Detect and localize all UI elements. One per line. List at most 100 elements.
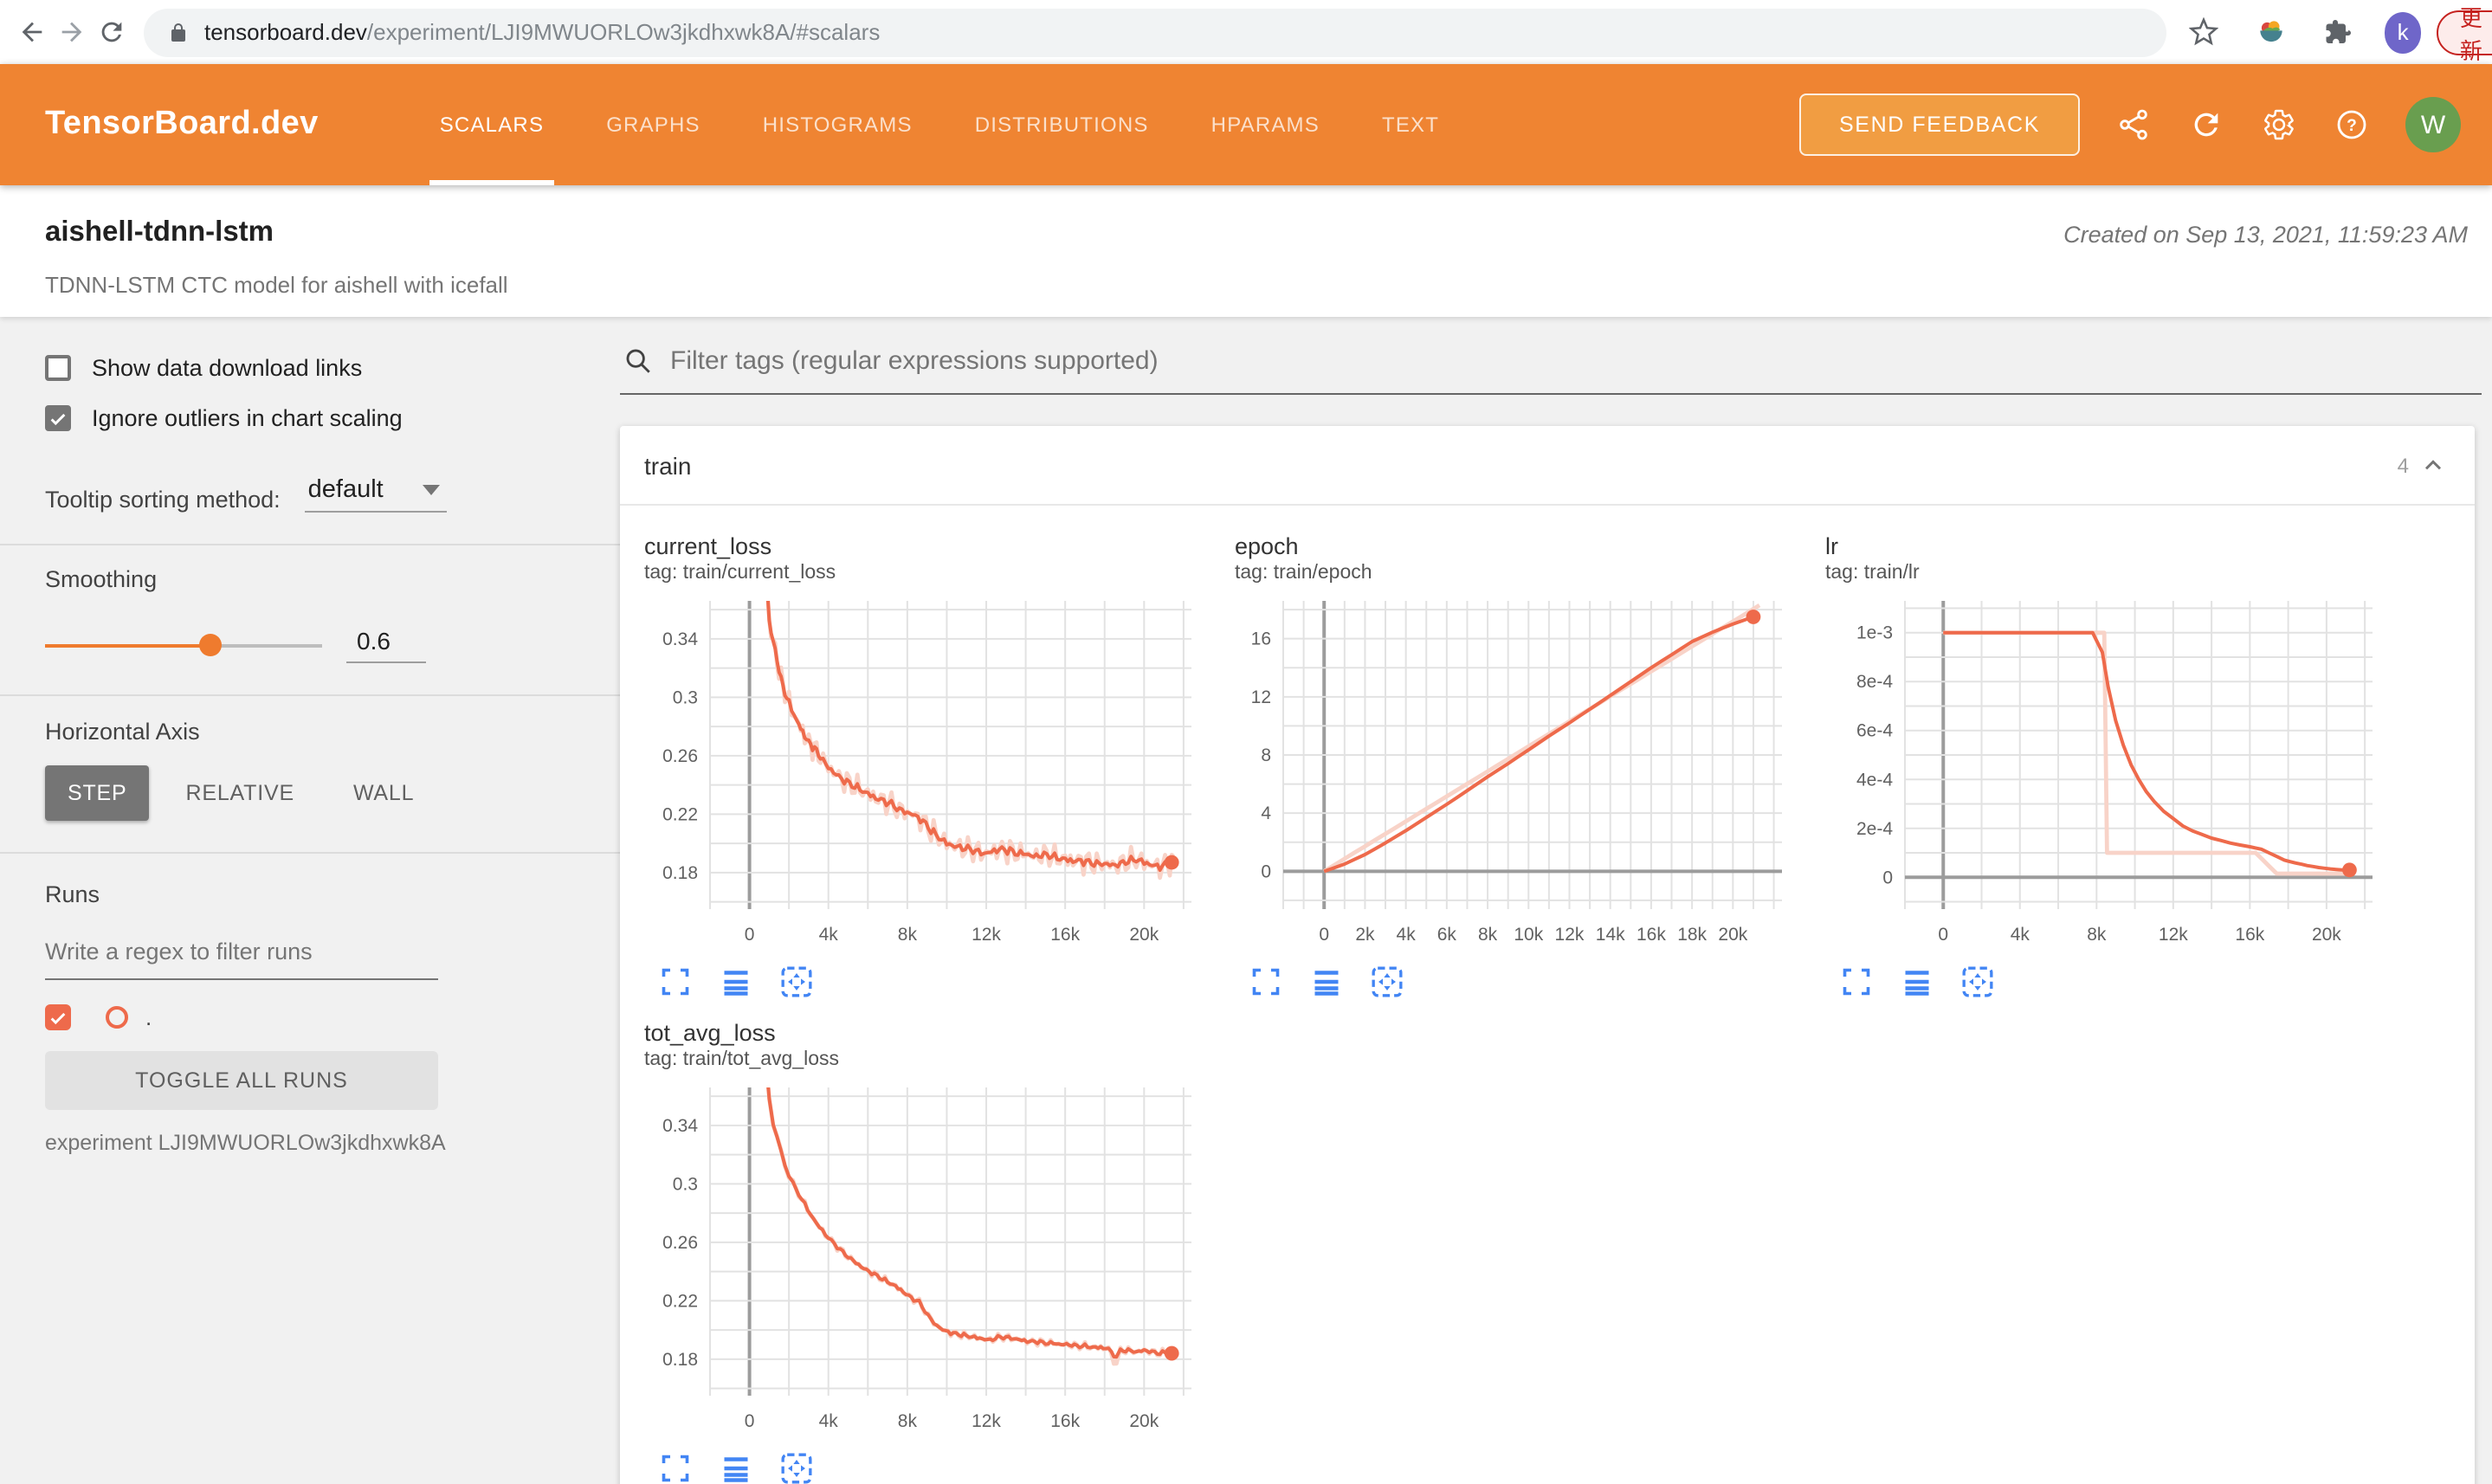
svg-text:20k: 20k <box>2312 925 2341 945</box>
slider-thumb[interactable] <box>199 634 222 656</box>
runs-label: Runs <box>45 881 100 907</box>
tooltip-sorting-select[interactable]: default <box>304 476 447 513</box>
bookmark-star-icon[interactable] <box>2184 10 2224 55</box>
chart-plot-area[interactable]: 0 2e-4 4e-4 6e-4 8e-4 1e-3 0 4k 8k 12k 16k 20k <box>1815 590 2386 958</box>
expand-icon[interactable] <box>1249 965 1283 999</box>
horizontal-axis-toggle: STEP RELATIVE WALL <box>45 765 620 821</box>
help-icon[interactable]: ? <box>2333 106 2371 144</box>
chart-plot-area[interactable]: 0.18 0.22 0.26 0.3 0.34 0 4k 8k 12k 16k 20k <box>634 590 1205 958</box>
reload-icon[interactable] <box>97 10 126 55</box>
tooltip-sorting-value: default <box>307 476 384 504</box>
tab-graphs[interactable]: GRAPHS <box>585 64 721 185</box>
smoothing-slider[interactable] <box>45 633 322 657</box>
chart-plot-area[interactable]: 0 4 8 12 16 0 2k 4k 6k 8k 10k 12k 14k 16k 18k 20k <box>1224 590 1796 958</box>
svg-text:0: 0 <box>1938 925 1948 945</box>
back-icon[interactable] <box>17 10 47 55</box>
expand-icon[interactable] <box>658 1451 693 1484</box>
svg-text:4k: 4k <box>819 925 839 945</box>
chart-tot_avg_loss: tot_avg_loss tag: train/tot_avg_loss 0.18 0… <box>634 1020 1205 1484</box>
show-download-links-checkbox[interactable] <box>45 355 71 381</box>
browser-profile-avatar[interactable]: k <box>2384 11 2422 53</box>
svg-text:16: 16 <box>1251 629 1271 649</box>
svg-text:0.34: 0.34 <box>662 629 698 649</box>
section-name: train <box>644 451 692 479</box>
log-scale-icon[interactable] <box>1309 965 1344 999</box>
axis-option-wall[interactable]: WALL <box>331 765 436 821</box>
svg-text:12: 12 <box>1251 687 1271 707</box>
extension-bowl-icon[interactable] <box>2250 10 2291 55</box>
chevron-up-icon[interactable] <box>2419 451 2447 479</box>
train-section-card: train 4 current_loss tag: train/current_l… <box>620 426 2475 1484</box>
send-feedback-button[interactable]: SEND FEEDBACK <box>1799 94 2080 156</box>
chart-current_loss: current_loss tag: train/current_loss 0.18 0… <box>634 533 1205 1020</box>
fit-data-icon[interactable] <box>1370 965 1404 999</box>
filter-tags-row <box>620 346 2482 395</box>
svg-text:12k: 12k <box>2159 925 2188 945</box>
forward-icon[interactable] <box>57 10 87 55</box>
svg-text:8k: 8k <box>898 925 918 945</box>
created-timestamp: Created on Sep 13, 2021, 11:59:23 AM <box>2063 222 2468 248</box>
svg-text:20k: 20k <box>1718 925 1747 945</box>
fit-data-icon[interactable] <box>779 965 814 999</box>
svg-text:20k: 20k <box>1129 1411 1159 1431</box>
svg-text:6k: 6k <box>1437 925 1457 945</box>
scalars-content: train 4 current_loss tag: train/current_l… <box>620 317 2492 1484</box>
svg-text:12k: 12k <box>972 925 1001 945</box>
chart-plot-area[interactable]: 0.18 0.22 0.26 0.3 0.34 0 4k 8k 12k 16k 20k <box>634 1077 1205 1444</box>
axis-option-relative[interactable]: RELATIVE <box>164 765 317 821</box>
svg-text:16k: 16k <box>1050 925 1080 945</box>
chrome-update-button[interactable]: 更新 <box>2437 4 2492 63</box>
svg-text:16k: 16k <box>2235 925 2264 945</box>
svg-text:10k: 10k <box>1514 925 1543 945</box>
smoothing-value[interactable]: 0.6 <box>346 627 426 663</box>
svg-text:4k: 4k <box>2011 925 2030 945</box>
fit-data-icon[interactable] <box>779 1451 814 1484</box>
expand-icon[interactable] <box>1839 965 1874 999</box>
run-color-circle-icon[interactable] <box>106 1006 128 1029</box>
svg-text:0.22: 0.22 <box>662 1291 698 1311</box>
expand-icon[interactable] <box>658 965 693 999</box>
runs-regex-input[interactable] <box>45 928 438 980</box>
toggle-all-runs-button[interactable]: TOGGLE ALL RUNS <box>45 1051 438 1110</box>
chart-tag: tag: train/current_loss <box>644 563 836 584</box>
tab-scalars[interactable]: SCALARS <box>419 64 565 185</box>
experiment-id-line: experiment LJI9MWUORLOw3jkdhxwk8A <box>45 1131 446 1155</box>
show-download-links-label: Show data download links <box>92 355 363 381</box>
extension-puzzle-icon[interactable] <box>2317 10 2358 55</box>
chart-actions <box>1224 965 1796 999</box>
log-scale-icon[interactable] <box>719 1451 753 1484</box>
svg-text:4e-4: 4e-4 <box>1856 770 1893 790</box>
browser-toolbar: tensorboard.dev/experiment/LJI9MWUORLOw3… <box>0 0 2492 64</box>
svg-text:0.26: 0.26 <box>662 1233 698 1253</box>
run-checkbox[interactable] <box>45 1004 71 1030</box>
log-scale-icon[interactable] <box>1900 965 1934 999</box>
tab-distributions[interactable]: DISTRIBUTIONS <box>954 64 1170 185</box>
tab-histograms[interactable]: HISTOGRAMS <box>742 64 933 185</box>
settings-gear-icon[interactable] <box>2260 106 2298 144</box>
nav-tabs: SCALARS GRAPHS HISTOGRAMS DISTRIBUTIONS HPAR… <box>409 64 1470 185</box>
chart-epoch: epoch tag: train/epoch 0 4 8 12 16 0 2k 4k 6k 8k 10k… <box>1224 533 1796 1020</box>
svg-text:16k: 16k <box>1050 1411 1080 1431</box>
svg-text:0.18: 0.18 <box>662 863 698 883</box>
train-section-header[interactable]: train 4 <box>620 426 2475 506</box>
fit-data-icon[interactable] <box>1960 965 1995 999</box>
ignore-outliers-checkbox[interactable] <box>45 405 71 431</box>
tab-text[interactable]: TEXT <box>1361 64 1460 185</box>
svg-text:0: 0 <box>1319 925 1329 945</box>
ignore-outliers-label: Ignore outliers in chart scaling <box>92 405 403 431</box>
axis-option-step[interactable]: STEP <box>45 765 150 821</box>
svg-text:0: 0 <box>1882 868 1893 887</box>
svg-text:0.3: 0.3 <box>673 1174 698 1194</box>
address-bar[interactable]: tensorboard.dev/experiment/LJI9MWUORLOw3… <box>144 8 2166 56</box>
log-scale-icon[interactable] <box>719 965 753 999</box>
chart-title: tot_avg_loss <box>644 1020 776 1046</box>
filter-tags-input[interactable] <box>670 346 2229 376</box>
user-avatar[interactable]: W <box>2405 97 2461 152</box>
chart-title: epoch <box>1235 533 1299 559</box>
svg-text:14k: 14k <box>1596 925 1625 945</box>
share-icon[interactable] <box>2114 106 2153 144</box>
svg-text:0.34: 0.34 <box>662 1116 698 1136</box>
svg-text:8k: 8k <box>2087 925 2107 945</box>
tab-hparams[interactable]: HPARAMS <box>1191 64 1340 185</box>
refresh-icon[interactable] <box>2187 106 2225 144</box>
